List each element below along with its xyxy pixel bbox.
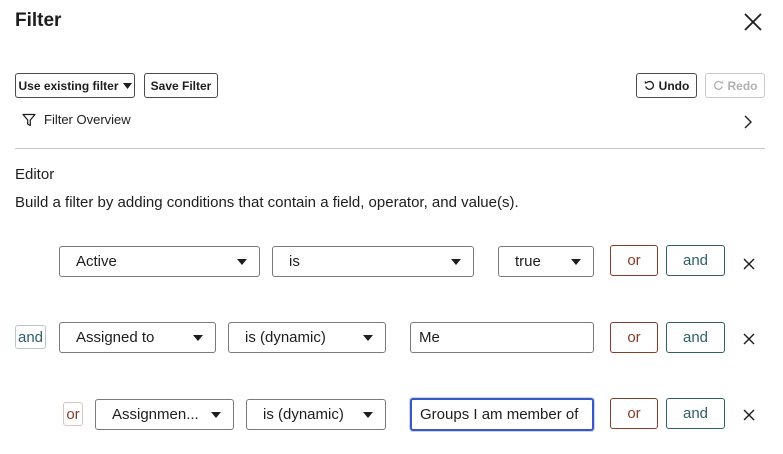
filter-overview-toggle[interactable]: Filter Overview	[22, 112, 131, 127]
condition-1-value-select[interactable]: true	[498, 246, 594, 277]
redo-button[interactable]: Redo	[705, 73, 765, 98]
condition-3-join-badge: or	[63, 402, 83, 426]
chevron-right-icon[interactable]	[742, 114, 754, 130]
condition-2-and-button[interactable]: and	[666, 322, 725, 353]
use-existing-filter-button[interactable]: Use existing filter	[15, 73, 135, 98]
undo-label: Undo	[658, 78, 690, 93]
caret-down-icon	[211, 412, 221, 418]
caret-down-icon	[451, 259, 461, 265]
redo-label: Redo	[727, 78, 758, 93]
editor-heading: Editor	[15, 166, 55, 183]
condition-3-value-input[interactable]	[410, 398, 594, 431]
caret-down-icon	[363, 412, 373, 418]
condition-3-operator-select[interactable]: is (dynamic)	[246, 399, 386, 430]
condition-1-value: true	[515, 253, 541, 270]
condition-1-and-button[interactable]: and	[666, 245, 725, 276]
filter-overview-label: Filter Overview	[44, 112, 131, 127]
condition-2-join-badge: and	[15, 325, 46, 349]
caret-down-icon	[237, 259, 247, 265]
redo-icon	[713, 80, 723, 90]
condition-2-operator-select[interactable]: is (dynamic)	[228, 322, 386, 353]
condition-3-field-select[interactable]: Assignmen...	[95, 399, 234, 430]
condition-1-operator-select[interactable]: is	[272, 246, 474, 277]
condition-3-and-button[interactable]: and	[666, 398, 725, 429]
condition-2-value-input[interactable]	[410, 322, 594, 353]
remove-condition-1-icon[interactable]	[742, 257, 756, 271]
panel-title: Filter	[15, 10, 62, 31]
undo-icon	[644, 80, 654, 90]
condition-1-operator-value: is	[289, 253, 300, 270]
undo-button[interactable]: Undo	[636, 73, 697, 98]
use-existing-filter-label: Use existing filter	[18, 78, 119, 93]
editor-description: Build a filter by adding conditions that…	[15, 194, 519, 211]
caret-down-icon	[122, 82, 132, 89]
condition-1-field-value: Active	[76, 253, 117, 270]
remove-condition-3-icon[interactable]	[742, 408, 756, 422]
condition-1-field-select[interactable]: Active	[59, 246, 260, 277]
condition-3-or-button[interactable]: or	[610, 398, 658, 429]
close-icon[interactable]	[740, 9, 766, 35]
caret-down-icon	[193, 335, 203, 341]
condition-1-or-button[interactable]: or	[610, 245, 658, 276]
remove-condition-2-icon[interactable]	[742, 332, 756, 346]
condition-2-field-select[interactable]: Assigned to	[59, 322, 216, 353]
caret-down-icon	[363, 335, 373, 341]
condition-2-or-button[interactable]: or	[610, 322, 658, 353]
save-filter-button[interactable]: Save Filter	[144, 73, 218, 98]
filter-funnel-icon	[22, 113, 36, 126]
save-filter-label: Save Filter	[150, 78, 212, 93]
caret-down-icon	[571, 259, 581, 265]
divider	[15, 148, 765, 149]
